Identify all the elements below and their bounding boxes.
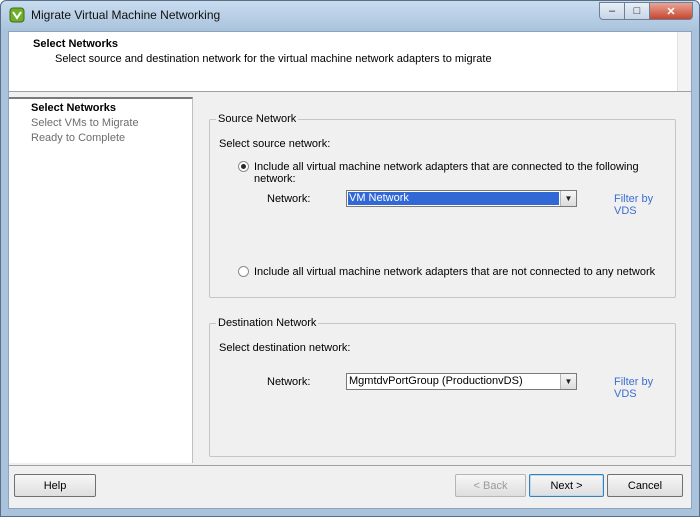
destination-network-legend: Destination Network [216, 317, 319, 329]
step-select-vms: Select VMs to Migrate [31, 117, 139, 129]
destination-network-value: MgmtdvPortGroup (ProductionvDS) [349, 375, 523, 387]
option-connected-label[interactable]: Include all virtual machine network adap… [254, 161, 675, 185]
radio-connected-adapters[interactable] [238, 161, 249, 172]
minimize-button[interactable]: – [599, 2, 625, 20]
wizard-footer: Help < Back Next > Cancel [9, 465, 691, 508]
source-network-prompt: Select source network: [219, 138, 331, 150]
step-select-networks[interactable]: Select Networks [31, 102, 116, 114]
window-controls: – □ ✕ [599, 2, 693, 20]
destination-network-group: Destination Network Select destination n… [209, 317, 676, 457]
wizard-header: Select Networks Select source and destin… [9, 32, 691, 92]
wizard-main-pane: Source Network Select source network: In… [195, 97, 691, 463]
wizard-window: Migrate Virtual Machine Networking – □ ✕… [0, 0, 700, 517]
chevron-down-icon[interactable]: ▼ [560, 374, 576, 389]
source-network-value: VM Network [348, 192, 559, 205]
cancel-button[interactable]: Cancel [607, 474, 683, 497]
destination-network-dropdown[interactable]: MgmtdvPortGroup (ProductionvDS) ▼ [346, 373, 577, 390]
vsphere-app-icon [9, 7, 25, 23]
close-button[interactable]: ✕ [649, 2, 693, 20]
source-network-label: Network: [267, 193, 311, 205]
radio-unconnected-adapters[interactable] [238, 266, 249, 277]
page-subtitle: Select source and destination network fo… [55, 53, 492, 65]
window-title: Migrate Virtual Machine Networking [31, 8, 221, 22]
destination-network-label: Network: [267, 376, 311, 388]
option-unconnected-label[interactable]: Include all virtual machine network adap… [254, 266, 655, 278]
source-network-group: Source Network Select source network: In… [209, 113, 676, 298]
source-filter-by-vds-link[interactable]: Filter by VDS [614, 193, 675, 217]
wizard-client-area: Select Networks Select source and destin… [8, 31, 692, 509]
header-scrollbar[interactable] [677, 32, 691, 91]
chevron-down-icon[interactable]: ▼ [560, 191, 576, 206]
back-button[interactable]: < Back [455, 474, 526, 497]
source-network-dropdown[interactable]: VM Network ▼ [346, 190, 577, 207]
source-network-legend: Source Network [216, 113, 299, 125]
wizard-steps-pane: Select Networks Select VMs to Migrate Re… [9, 97, 193, 463]
help-button[interactable]: Help [14, 474, 96, 497]
destination-network-prompt: Select destination network: [219, 342, 351, 354]
destination-filter-by-vds-link[interactable]: Filter by VDS [614, 376, 675, 400]
maximize-button[interactable]: □ [624, 2, 650, 20]
step-ready-to-complete: Ready to Complete [31, 132, 126, 144]
page-title: Select Networks [33, 38, 118, 50]
next-button[interactable]: Next > [529, 474, 604, 497]
title-bar: Migrate Virtual Machine Networking – □ ✕ [1, 1, 699, 31]
